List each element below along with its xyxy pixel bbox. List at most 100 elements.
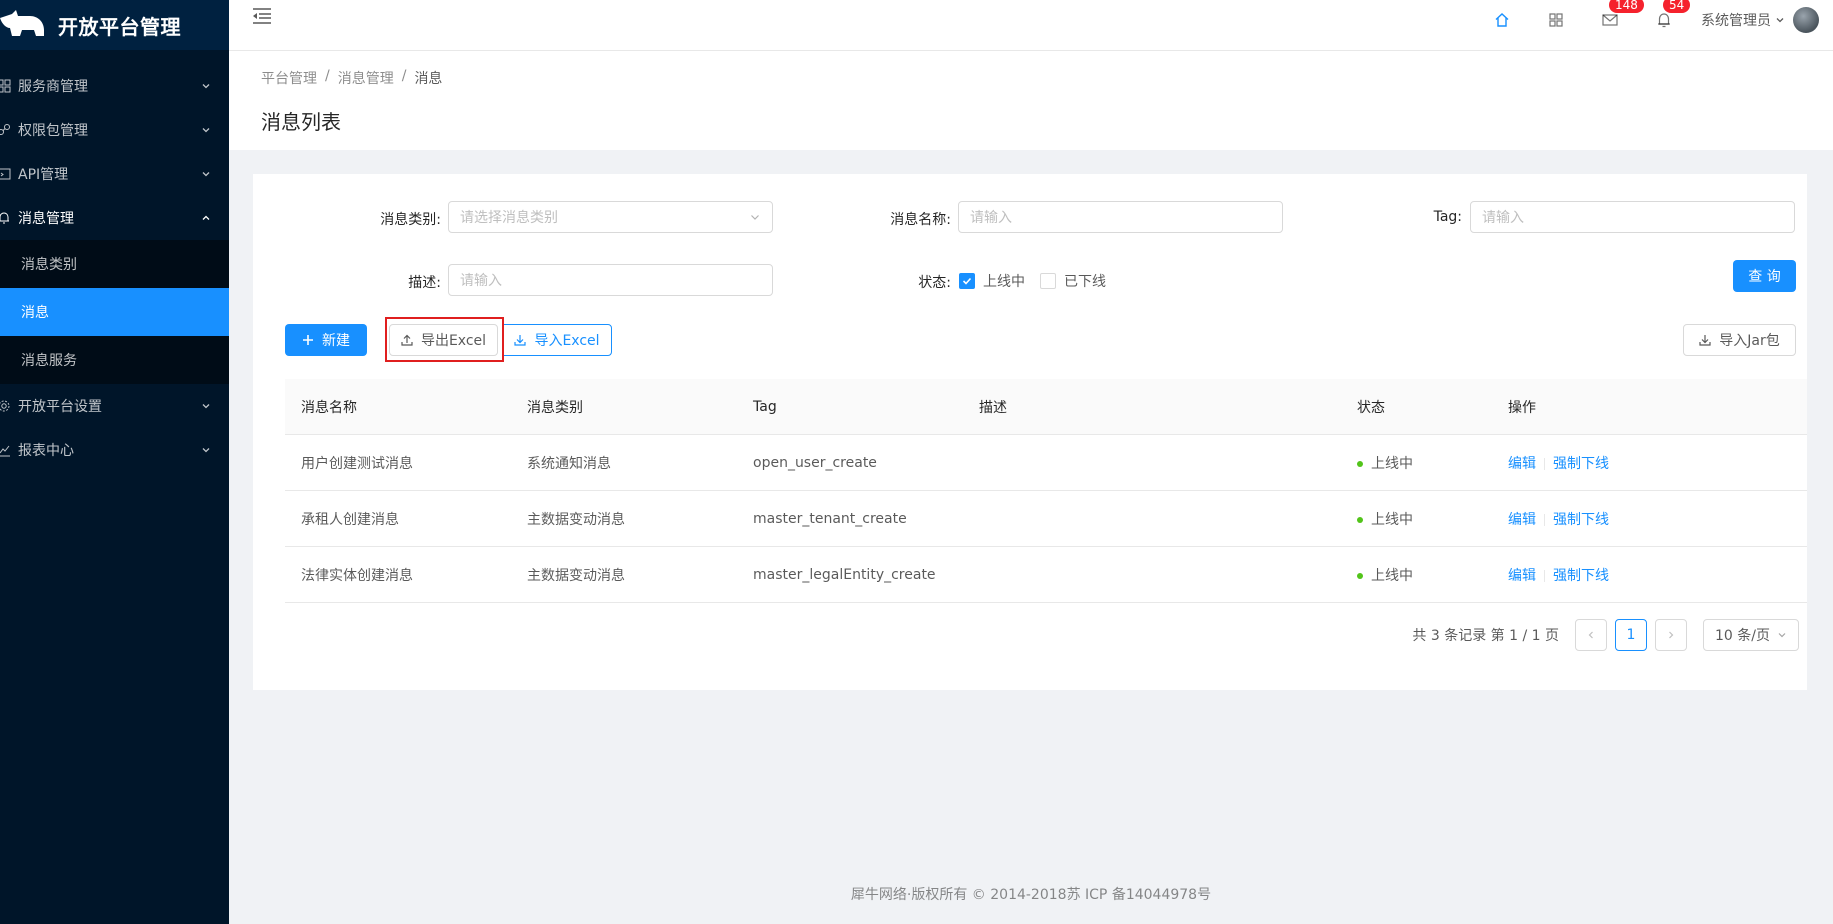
status-text: 上线中 — [1371, 567, 1413, 584]
export-excel-label: 导出Excel — [420, 333, 487, 349]
category-select[interactable]: 请选择消息类别 — [448, 201, 773, 233]
footer-copyright: 犀牛网络·版权所有 © 2014-2018苏 ICP 备14044978号 — [850, 887, 1212, 903]
message-name-input[interactable]: 请输入 — [958, 201, 1283, 233]
side-menu: 服务商管理 权限包管理 API管理 消息管理 消息类别 消息 消息服务 开放平台… — [0, 64, 229, 472]
chevron-left-icon — [1588, 631, 1593, 639]
menu-fold-icon[interactable] — [251, 5, 273, 27]
sidebar-item-api[interactable]: API管理 — [0, 152, 229, 196]
user-menu[interactable]: 系统管理员 — [1691, 0, 1833, 40]
status-dot — [1357, 460, 1363, 467]
cluster-icon — [0, 78, 12, 94]
category-label: 消息类别: — [380, 212, 441, 228]
sidebar-item-platform-settings[interactable]: 开放平台设置 — [0, 384, 229, 428]
sidebar-item-permissions[interactable]: 权限包管理 — [0, 108, 229, 152]
table-header: 消息名称 消息类别 Tag 描述 状态 操作 — [285, 379, 1807, 435]
chevron-down-icon — [1776, 18, 1784, 23]
new-button[interactable]: 新建 — [285, 324, 367, 356]
sidebar-item-label: 消息 — [21, 305, 49, 321]
sidebar-item-providers[interactable]: 服务商管理 — [0, 64, 229, 108]
home-button[interactable] — [1475, 0, 1529, 40]
chevron-down-icon — [1778, 633, 1786, 638]
page-title: 消息列表 — [261, 110, 341, 134]
edit-link[interactable]: 编辑 — [1508, 512, 1536, 528]
page-header: 平台管理 / 消息管理 / 消息 消息列表 — [229, 51, 1833, 150]
check-icon — [962, 277, 972, 285]
apps-button[interactable] — [1529, 0, 1583, 40]
status-label: 状态: — [918, 275, 951, 291]
import-excel-button[interactable]: 导入Excel — [502, 324, 612, 356]
breadcrumb-item[interactable]: 消息管理 — [338, 68, 394, 88]
page-size-select[interactable]: 10 条/页 — [1703, 619, 1799, 651]
sidebar-item-label: 消息类别 — [21, 257, 77, 273]
name-placeholder: 请输入 — [970, 210, 1012, 226]
cell-name: 法律实体创建消息 — [301, 567, 413, 584]
chevron-up-icon — [202, 215, 210, 220]
import-excel-label: 导入Excel — [534, 333, 600, 349]
column-header-desc: 描述 — [979, 399, 1007, 416]
page-size-value: 10 条/页 — [1715, 628, 1770, 644]
sidebar-item-message[interactable]: 消息 — [0, 288, 229, 336]
message-table: 消息名称 消息类别 Tag 描述 状态 操作 用户创建测试消息 系统通知消息 o… — [285, 379, 1807, 603]
cell-actions: 编辑 强制下线 — [1492, 565, 1807, 585]
sidebar-item-message-service[interactable]: 消息服务 — [0, 336, 229, 384]
bell-icon — [1658, 13, 1670, 28]
appstore-icon — [1549, 13, 1563, 27]
sidebar-item-label: 权限包管理 — [18, 123, 88, 139]
chevron-down-icon — [202, 128, 210, 133]
force-offline-link[interactable]: 强制下线 — [1553, 456, 1609, 472]
cell-tag: open_user_create — [753, 454, 877, 471]
setting-icon — [0, 398, 12, 414]
home-icon — [1495, 13, 1509, 27]
status-offline-checkbox[interactable]: 已下线 — [1040, 271, 1106, 291]
breadcrumb: 平台管理 / 消息管理 / 消息 — [261, 68, 442, 88]
prev-page-button[interactable] — [1575, 619, 1607, 651]
chevron-down-icon — [202, 84, 210, 89]
desc-label: 描述: — [408, 275, 441, 291]
tag-input[interactable]: 请输入 — [1470, 201, 1795, 233]
name-label: 消息名称: — [890, 212, 951, 228]
avatar[interactable] — [1793, 7, 1819, 33]
sidebar-item-messages[interactable]: 消息管理 — [0, 196, 229, 240]
divider — [1544, 569, 1545, 582]
messages-submenu: 消息类别 消息 消息服务 — [0, 240, 229, 384]
download-icon — [1699, 334, 1711, 346]
cell-name: 承租人创建消息 — [301, 511, 399, 528]
sidebar-item-label: 消息服务 — [21, 353, 77, 369]
sidebar-item-label: API管理 — [18, 167, 69, 183]
cell-category: 主数据变动消息 — [527, 511, 625, 528]
chevron-right-icon — [1669, 631, 1674, 639]
sidebar-item-reports[interactable]: 报表中心 — [0, 428, 229, 472]
import-jar-button[interactable]: 导入Jar包 — [1683, 324, 1796, 356]
logo[interactable]: 开放平台管理 — [0, 0, 229, 50]
cell-status: 上线中 — [1341, 565, 1492, 585]
description-input[interactable]: 请输入 — [448, 264, 773, 296]
status-online-checkbox[interactable]: 上线中 — [959, 271, 1025, 291]
import-jar-label: 导入Jar包 — [1719, 333, 1780, 349]
export-excel-button[interactable]: 导出Excel — [389, 324, 498, 356]
mail-button[interactable]: 148 — [1583, 0, 1644, 40]
chevron-down-icon — [202, 172, 210, 177]
page-1-button[interactable]: 1 — [1615, 619, 1647, 651]
breadcrumb-item-current: 消息 — [414, 71, 443, 87]
column-header-name: 消息名称 — [301, 399, 357, 416]
breadcrumb-item[interactable]: 平台管理 — [261, 68, 317, 88]
sidebar-item-message-category[interactable]: 消息类别 — [0, 240, 229, 288]
status-dot — [1357, 516, 1363, 523]
query-button[interactable]: 查 询 — [1733, 260, 1796, 292]
cell-status: 上线中 — [1341, 509, 1492, 529]
force-offline-link[interactable]: 强制下线 — [1553, 512, 1609, 528]
table-row: 用户创建测试消息 系统通知消息 open_user_create 上线中 编辑 强… — [285, 435, 1807, 491]
share-icon — [0, 122, 12, 138]
edit-link[interactable]: 编辑 — [1508, 568, 1536, 584]
notice-button[interactable]: 54 — [1637, 0, 1691, 40]
edit-link[interactable]: 编辑 — [1508, 456, 1536, 472]
next-page-button[interactable] — [1655, 619, 1687, 651]
category-placeholder: 请选择消息类别 — [460, 210, 558, 226]
status-online-label: 上线中 — [983, 274, 1025, 290]
cell-actions: 编辑 强制下线 — [1492, 453, 1807, 473]
bell-icon — [0, 210, 12, 226]
column-header-actions: 操作 — [1508, 399, 1536, 416]
force-offline-link[interactable]: 强制下线 — [1553, 568, 1609, 584]
cell-status: 上线中 — [1341, 453, 1492, 473]
cell-category: 系统通知消息 — [527, 455, 611, 472]
